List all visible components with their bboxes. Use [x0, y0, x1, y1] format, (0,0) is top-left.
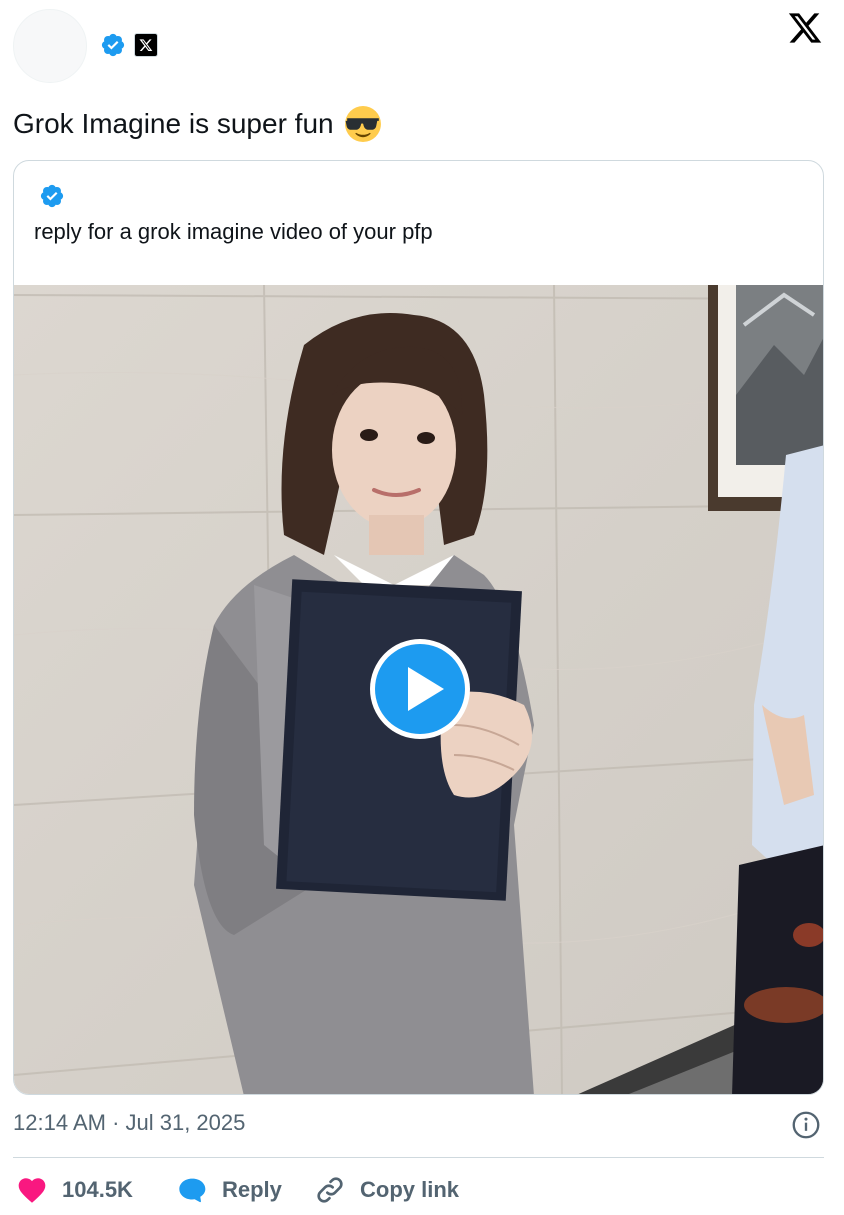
sunglasses-emoji-icon [344, 106, 381, 142]
quoted-tweet-text: reply for a grok imagine video of your p… [34, 219, 433, 244]
heart-icon [18, 1178, 46, 1203]
link-icon [317, 1177, 343, 1203]
like-button[interactable]: 104.5K [16, 1170, 133, 1210]
tweet-timestamp[interactable]: 12:14 AM · Jul 31, 2025 [13, 1110, 245, 1136]
tweet-text-content: Grok Imagine is super fun [13, 108, 334, 139]
like-count: 104.5K [62, 1177, 133, 1202]
verified-badge-icon [40, 184, 64, 208]
x-affiliate-badge-icon [134, 33, 158, 57]
reply-bubble-icon [179, 1178, 206, 1203]
info-icon[interactable] [792, 1111, 820, 1139]
divider [13, 1157, 824, 1158]
copy-link-label: Copy link [360, 1177, 460, 1202]
tweet-text: Grok Imagine is super fun [13, 104, 382, 144]
copy-link-button[interactable]: Copy link [314, 1170, 459, 1210]
x-logo-icon[interactable] [786, 10, 824, 46]
quoted-tweet-card[interactable]: reply for a grok imagine video of your p… [13, 160, 824, 1095]
verified-badge-icon [101, 33, 125, 57]
reply-label: Reply [222, 1177, 282, 1202]
reply-button[interactable]: Reply [176, 1170, 282, 1210]
author-avatar[interactable] [13, 9, 87, 83]
play-icon[interactable] [368, 637, 472, 741]
